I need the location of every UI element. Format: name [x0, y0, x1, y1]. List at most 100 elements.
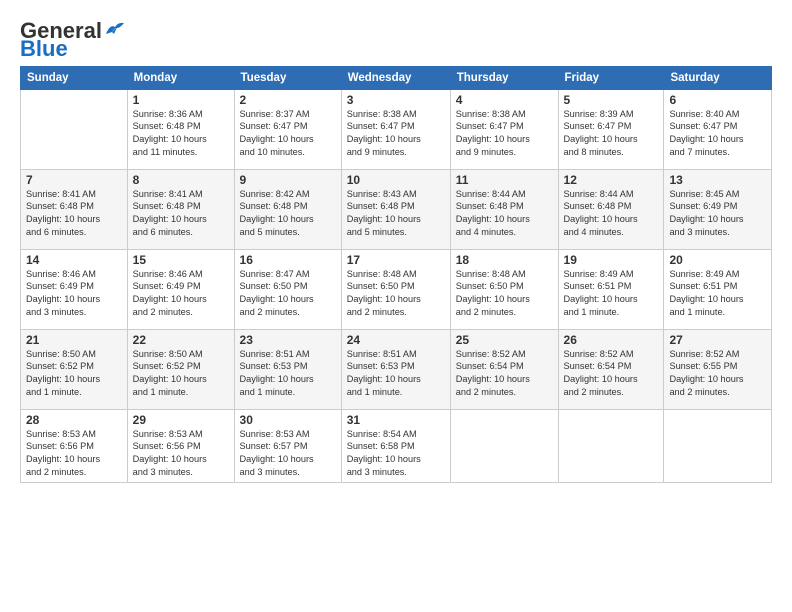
- calendar-table: SundayMondayTuesdayWednesdayThursdayFrid…: [20, 66, 772, 484]
- day-info: Sunrise: 8:44 AM Sunset: 6:48 PM Dayligh…: [564, 188, 659, 240]
- calendar-cell: [558, 409, 664, 483]
- page: General Blue SundayMondayTuesdayWednesda…: [0, 0, 792, 612]
- calendar-cell: 7Sunrise: 8:41 AM Sunset: 6:48 PM Daylig…: [21, 169, 128, 249]
- day-info: Sunrise: 8:41 AM Sunset: 6:48 PM Dayligh…: [133, 188, 229, 240]
- day-info: Sunrise: 8:51 AM Sunset: 6:53 PM Dayligh…: [347, 348, 445, 400]
- day-info: Sunrise: 8:50 AM Sunset: 6:52 PM Dayligh…: [133, 348, 229, 400]
- day-number: 6: [669, 93, 766, 107]
- calendar-cell: 21Sunrise: 8:50 AM Sunset: 6:52 PM Dayli…: [21, 329, 128, 409]
- day-number: 8: [133, 173, 229, 187]
- calendar-cell: 16Sunrise: 8:47 AM Sunset: 6:50 PM Dayli…: [234, 249, 341, 329]
- calendar-cell: 6Sunrise: 8:40 AM Sunset: 6:47 PM Daylig…: [664, 89, 772, 169]
- day-info: Sunrise: 8:48 AM Sunset: 6:50 PM Dayligh…: [456, 268, 553, 320]
- day-number: 14: [26, 253, 122, 267]
- weekday-header: Monday: [127, 66, 234, 89]
- day-info: Sunrise: 8:48 AM Sunset: 6:50 PM Dayligh…: [347, 268, 445, 320]
- day-number: 29: [133, 413, 229, 427]
- day-info: Sunrise: 8:50 AM Sunset: 6:52 PM Dayligh…: [26, 348, 122, 400]
- day-number: 1: [133, 93, 229, 107]
- calendar-cell: 3Sunrise: 8:38 AM Sunset: 6:47 PM Daylig…: [341, 89, 450, 169]
- weekday-header: Thursday: [450, 66, 558, 89]
- calendar-cell: 29Sunrise: 8:53 AM Sunset: 6:56 PM Dayli…: [127, 409, 234, 483]
- day-number: 21: [26, 333, 122, 347]
- calendar-cell: 2Sunrise: 8:37 AM Sunset: 6:47 PM Daylig…: [234, 89, 341, 169]
- day-number: 2: [240, 93, 336, 107]
- day-info: Sunrise: 8:45 AM Sunset: 6:49 PM Dayligh…: [669, 188, 766, 240]
- day-number: 30: [240, 413, 336, 427]
- calendar-cell: [21, 89, 128, 169]
- day-info: Sunrise: 8:42 AM Sunset: 6:48 PM Dayligh…: [240, 188, 336, 240]
- header: General Blue: [20, 18, 772, 58]
- day-number: 22: [133, 333, 229, 347]
- day-number: 27: [669, 333, 766, 347]
- weekday-header: Friday: [558, 66, 664, 89]
- day-info: Sunrise: 8:40 AM Sunset: 6:47 PM Dayligh…: [669, 108, 766, 160]
- logo: General Blue: [20, 18, 126, 58]
- day-number: 19: [564, 253, 659, 267]
- calendar-cell: 13Sunrise: 8:45 AM Sunset: 6:49 PM Dayli…: [664, 169, 772, 249]
- calendar-cell: 4Sunrise: 8:38 AM Sunset: 6:47 PM Daylig…: [450, 89, 558, 169]
- calendar-cell: [450, 409, 558, 483]
- day-info: Sunrise: 8:53 AM Sunset: 6:56 PM Dayligh…: [133, 428, 229, 480]
- day-info: Sunrise: 8:38 AM Sunset: 6:47 PM Dayligh…: [347, 108, 445, 160]
- day-info: Sunrise: 8:51 AM Sunset: 6:53 PM Dayligh…: [240, 348, 336, 400]
- calendar-cell: 31Sunrise: 8:54 AM Sunset: 6:58 PM Dayli…: [341, 409, 450, 483]
- calendar-cell: 11Sunrise: 8:44 AM Sunset: 6:48 PM Dayli…: [450, 169, 558, 249]
- day-info: Sunrise: 8:37 AM Sunset: 6:47 PM Dayligh…: [240, 108, 336, 160]
- day-number: 28: [26, 413, 122, 427]
- day-number: 12: [564, 173, 659, 187]
- day-number: 13: [669, 173, 766, 187]
- day-number: 15: [133, 253, 229, 267]
- day-info: Sunrise: 8:52 AM Sunset: 6:54 PM Dayligh…: [456, 348, 553, 400]
- calendar-header-row: SundayMondayTuesdayWednesdayThursdayFrid…: [21, 66, 772, 89]
- calendar-cell: 19Sunrise: 8:49 AM Sunset: 6:51 PM Dayli…: [558, 249, 664, 329]
- day-number: 26: [564, 333, 659, 347]
- day-info: Sunrise: 8:46 AM Sunset: 6:49 PM Dayligh…: [26, 268, 122, 320]
- calendar-cell: 26Sunrise: 8:52 AM Sunset: 6:54 PM Dayli…: [558, 329, 664, 409]
- logo-blue: Blue: [20, 40, 68, 58]
- calendar-cell: 25Sunrise: 8:52 AM Sunset: 6:54 PM Dayli…: [450, 329, 558, 409]
- calendar-cell: 9Sunrise: 8:42 AM Sunset: 6:48 PM Daylig…: [234, 169, 341, 249]
- calendar-cell: 23Sunrise: 8:51 AM Sunset: 6:53 PM Dayli…: [234, 329, 341, 409]
- day-number: 5: [564, 93, 659, 107]
- day-info: Sunrise: 8:43 AM Sunset: 6:48 PM Dayligh…: [347, 188, 445, 240]
- calendar-cell: [664, 409, 772, 483]
- day-info: Sunrise: 8:52 AM Sunset: 6:54 PM Dayligh…: [564, 348, 659, 400]
- calendar-cell: 15Sunrise: 8:46 AM Sunset: 6:49 PM Dayli…: [127, 249, 234, 329]
- day-number: 16: [240, 253, 336, 267]
- day-info: Sunrise: 8:36 AM Sunset: 6:48 PM Dayligh…: [133, 108, 229, 160]
- day-info: Sunrise: 8:46 AM Sunset: 6:49 PM Dayligh…: [133, 268, 229, 320]
- day-number: 3: [347, 93, 445, 107]
- day-info: Sunrise: 8:52 AM Sunset: 6:55 PM Dayligh…: [669, 348, 766, 400]
- logo-bird-icon: [104, 20, 126, 38]
- day-info: Sunrise: 8:53 AM Sunset: 6:57 PM Dayligh…: [240, 428, 336, 480]
- day-number: 25: [456, 333, 553, 347]
- day-info: Sunrise: 8:47 AM Sunset: 6:50 PM Dayligh…: [240, 268, 336, 320]
- calendar-cell: 30Sunrise: 8:53 AM Sunset: 6:57 PM Dayli…: [234, 409, 341, 483]
- weekday-header: Sunday: [21, 66, 128, 89]
- calendar-cell: 22Sunrise: 8:50 AM Sunset: 6:52 PM Dayli…: [127, 329, 234, 409]
- calendar-cell: 20Sunrise: 8:49 AM Sunset: 6:51 PM Dayli…: [664, 249, 772, 329]
- day-number: 24: [347, 333, 445, 347]
- day-number: 11: [456, 173, 553, 187]
- calendar-cell: 24Sunrise: 8:51 AM Sunset: 6:53 PM Dayli…: [341, 329, 450, 409]
- day-number: 18: [456, 253, 553, 267]
- day-info: Sunrise: 8:54 AM Sunset: 6:58 PM Dayligh…: [347, 428, 445, 480]
- weekday-header: Tuesday: [234, 66, 341, 89]
- day-info: Sunrise: 8:41 AM Sunset: 6:48 PM Dayligh…: [26, 188, 122, 240]
- weekday-header: Saturday: [664, 66, 772, 89]
- calendar-cell: 12Sunrise: 8:44 AM Sunset: 6:48 PM Dayli…: [558, 169, 664, 249]
- day-info: Sunrise: 8:49 AM Sunset: 6:51 PM Dayligh…: [669, 268, 766, 320]
- day-info: Sunrise: 8:49 AM Sunset: 6:51 PM Dayligh…: [564, 268, 659, 320]
- day-number: 9: [240, 173, 336, 187]
- calendar-cell: 17Sunrise: 8:48 AM Sunset: 6:50 PM Dayli…: [341, 249, 450, 329]
- day-number: 7: [26, 173, 122, 187]
- calendar-cell: 1Sunrise: 8:36 AM Sunset: 6:48 PM Daylig…: [127, 89, 234, 169]
- calendar-cell: 27Sunrise: 8:52 AM Sunset: 6:55 PM Dayli…: [664, 329, 772, 409]
- calendar-cell: 14Sunrise: 8:46 AM Sunset: 6:49 PM Dayli…: [21, 249, 128, 329]
- day-info: Sunrise: 8:53 AM Sunset: 6:56 PM Dayligh…: [26, 428, 122, 480]
- calendar-cell: 18Sunrise: 8:48 AM Sunset: 6:50 PM Dayli…: [450, 249, 558, 329]
- day-info: Sunrise: 8:44 AM Sunset: 6:48 PM Dayligh…: [456, 188, 553, 240]
- calendar-cell: 28Sunrise: 8:53 AM Sunset: 6:56 PM Dayli…: [21, 409, 128, 483]
- day-number: 4: [456, 93, 553, 107]
